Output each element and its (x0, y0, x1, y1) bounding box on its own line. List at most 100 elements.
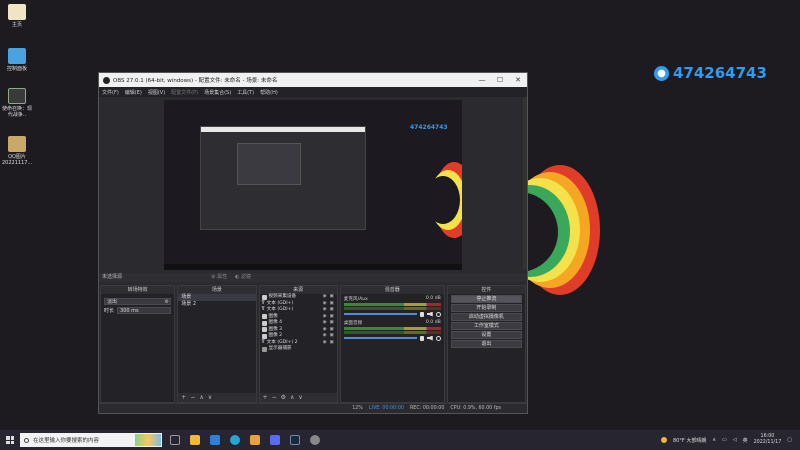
sources-dock: 来源 视频采集设备 ◉ ▣ T 文本 (GDI+) ◉ ▣ T 文本 (GDI+) ◉ ▣ 图像… (258, 285, 338, 403)
notification-icon[interactable]: ▢ (787, 437, 792, 443)
weather-text[interactable]: 80°F 大部晴朗 (673, 437, 706, 444)
desktop-icon-control-panel[interactable]: 控制面板 (2, 48, 32, 72)
filters-button[interactable]: ◐ 滤镜 (235, 273, 251, 282)
window-title: OBS 27.0.1 (64-bit, windows) - 配置文件: 未命名… (113, 78, 278, 84)
explorer-icon[interactable] (190, 435, 200, 445)
studio-mode-button[interactable]: 工作室模式 (450, 322, 523, 330)
volume-icon[interactable]: ◁ (733, 437, 737, 443)
menu-tools[interactable]: 工具(T) (237, 89, 254, 96)
language-indicator[interactable]: 英 (743, 437, 748, 444)
menubar: 文件(F) 编辑(E) 视图(V) 配置文件(P) 场景集合(S) 工具(T) … (99, 87, 527, 97)
transitions-title: 转场特效 (101, 286, 175, 294)
steam-icon[interactable] (290, 435, 300, 445)
task-view-icon[interactable] (170, 435, 180, 445)
control-panel-icon (8, 48, 26, 64)
preview-scrollbar[interactable] (523, 97, 527, 269)
transition-gear-icon[interactable]: ⚙ (163, 299, 170, 305)
transition-select[interactable]: 淡出 ⚙ (104, 298, 172, 305)
move-up-icon[interactable]: ∧ (199, 394, 203, 401)
menu-view[interactable]: 视图(V) (148, 89, 165, 96)
network-icon[interactable]: ▭ (722, 437, 727, 443)
image-icon (261, 327, 267, 333)
cpu-status: CPU: 0.9%, 60.00 fps (450, 406, 501, 411)
clock[interactable]: 16:00 2022/11/17 (754, 434, 782, 446)
mixer-dock: 混音器 麦克风/Aux 0.0 dB 桌面音频 0.0 dB (339, 285, 445, 403)
rec-status: REC: 00:00:00 (409, 406, 445, 411)
desktop-icon-home[interactable]: 主页 (2, 4, 32, 28)
obs-window: OBS 27.0.1 (64-bit, windows) - 配置文件: 未命名… (98, 72, 528, 414)
speaker-icon[interactable] (426, 311, 433, 317)
text-icon: T (261, 307, 265, 312)
move-down-icon[interactable]: ∨ (298, 394, 302, 401)
source-item[interactable]: 显示器捕获 (260, 346, 337, 353)
start-recording-button[interactable]: 开始录制 (450, 304, 523, 312)
edge-icon[interactable] (230, 435, 240, 445)
close-button[interactable]: ✕ (509, 76, 527, 84)
mixer-track: 麦克风/Aux 0.0 dB (341, 294, 444, 318)
statusbar: 12% LIVE: 00:00:00 REC: 00:00:00 CPU: 0.… (99, 403, 527, 413)
exit-button[interactable]: 退出 (450, 340, 523, 348)
nested-titlebar (201, 127, 365, 132)
duration-input[interactable]: 300 ms (117, 307, 172, 314)
menu-help[interactable]: 帮助(H) (260, 89, 278, 96)
add-source-button[interactable]: + (263, 394, 268, 401)
lock-icon[interactable]: ▣ (330, 340, 334, 347)
taskbar-search[interactable]: 在这里输入你要搜索的内容 (20, 433, 162, 447)
weather-icon[interactable] (661, 437, 667, 443)
slider-knob[interactable] (419, 335, 424, 341)
add-scene-button[interactable]: + (181, 394, 186, 401)
sources-footer: + − ⚙ ∧ ∨ (259, 393, 337, 402)
docks: 转场特效 淡出 ⚙ 时长 300 ms 场景 场景 场景 2 + − ∧ ∨ 来… (99, 285, 527, 403)
audio-meter (343, 327, 441, 330)
monitor-icon (261, 346, 267, 352)
qq-badge: ● 474264743 (654, 64, 767, 82)
stop-streaming-button[interactable]: 停止推流 (450, 295, 523, 303)
menu-profile[interactable]: 配置文件(P) (171, 89, 198, 96)
taskbar-apps (170, 435, 320, 445)
minimize-button[interactable]: — (473, 76, 491, 84)
volume-slider[interactable] (343, 335, 441, 341)
menu-edit[interactable]: 编辑(E) (125, 89, 142, 96)
remove-scene-button[interactable]: − (190, 394, 195, 401)
chevron-up-icon[interactable]: ∧ (712, 437, 716, 443)
visibility-eye-icon[interactable]: ◉ (323, 340, 327, 347)
scene-item[interactable]: 场景 (178, 294, 256, 301)
gear-icon[interactable] (435, 335, 441, 341)
desktop-icon-qq-image[interactable]: QQ图片 20221117... (2, 136, 32, 166)
scene-item[interactable]: 场景 2 (178, 301, 255, 308)
volume-slider[interactable] (343, 311, 441, 317)
controls-title: 控件 (447, 286, 526, 294)
preview-nested-inner (237, 143, 301, 185)
menu-file[interactable]: 文件(F) (102, 89, 119, 96)
transition-duration: 时长 300 ms (104, 307, 172, 314)
move-down-icon[interactable]: ∨ (208, 394, 212, 401)
folder-icon[interactable] (250, 435, 260, 445)
obs-logo-icon (103, 76, 110, 84)
gear-icon[interactable] (435, 311, 441, 317)
scenes-dock: 场景 场景 场景 2 + − ∧ ∨ (177, 285, 257, 403)
obs-titlebar[interactable]: OBS 27.0.1 (64-bit, windows) - 配置文件: 未命名… (99, 73, 527, 87)
maximize-button[interactable]: ☐ (491, 76, 509, 84)
remove-source-button[interactable]: − (272, 394, 277, 401)
obs-taskbar-icon[interactable] (310, 435, 320, 445)
preview-arc-core (426, 176, 460, 224)
move-up-icon[interactable]: ∧ (290, 394, 294, 401)
virtual-camera-button[interactable]: 启动虚拟摄像机 (450, 313, 523, 321)
slider-knob[interactable] (419, 311, 424, 317)
store-icon[interactable] (210, 435, 220, 445)
menu-scene-collection[interactable]: 场景集合(S) (204, 89, 231, 96)
system-tray: 80°F 大部晴朗 ∧ ▭ ◁ 英 16:00 2022/11/17 ▢ (661, 434, 800, 446)
speaker-icon[interactable] (426, 335, 433, 341)
source-settings-gear-icon[interactable]: ⚙ (281, 394, 286, 401)
no-source-label: 未选择源 (102, 274, 123, 280)
image-icon (261, 333, 267, 339)
settings-button[interactable]: 设置 (450, 331, 523, 339)
preview-canvas[interactable]: 474264743 (164, 100, 462, 270)
controls-dock: 控件 停止推流 开始录制 启动虚拟摄像机 工作室模式 设置 退出 (446, 285, 527, 403)
app-icon[interactable] (270, 435, 280, 445)
start-button[interactable] (0, 430, 20, 450)
desktop-icon-cod-mw[interactable]: 使命召唤：现代战争.. (2, 88, 32, 118)
properties-button[interactable]: ⚙ 属性 (211, 273, 227, 282)
preview-taskbar (164, 264, 462, 270)
transitions-dock: 转场特效 淡出 ⚙ 时长 300 ms (100, 285, 176, 403)
